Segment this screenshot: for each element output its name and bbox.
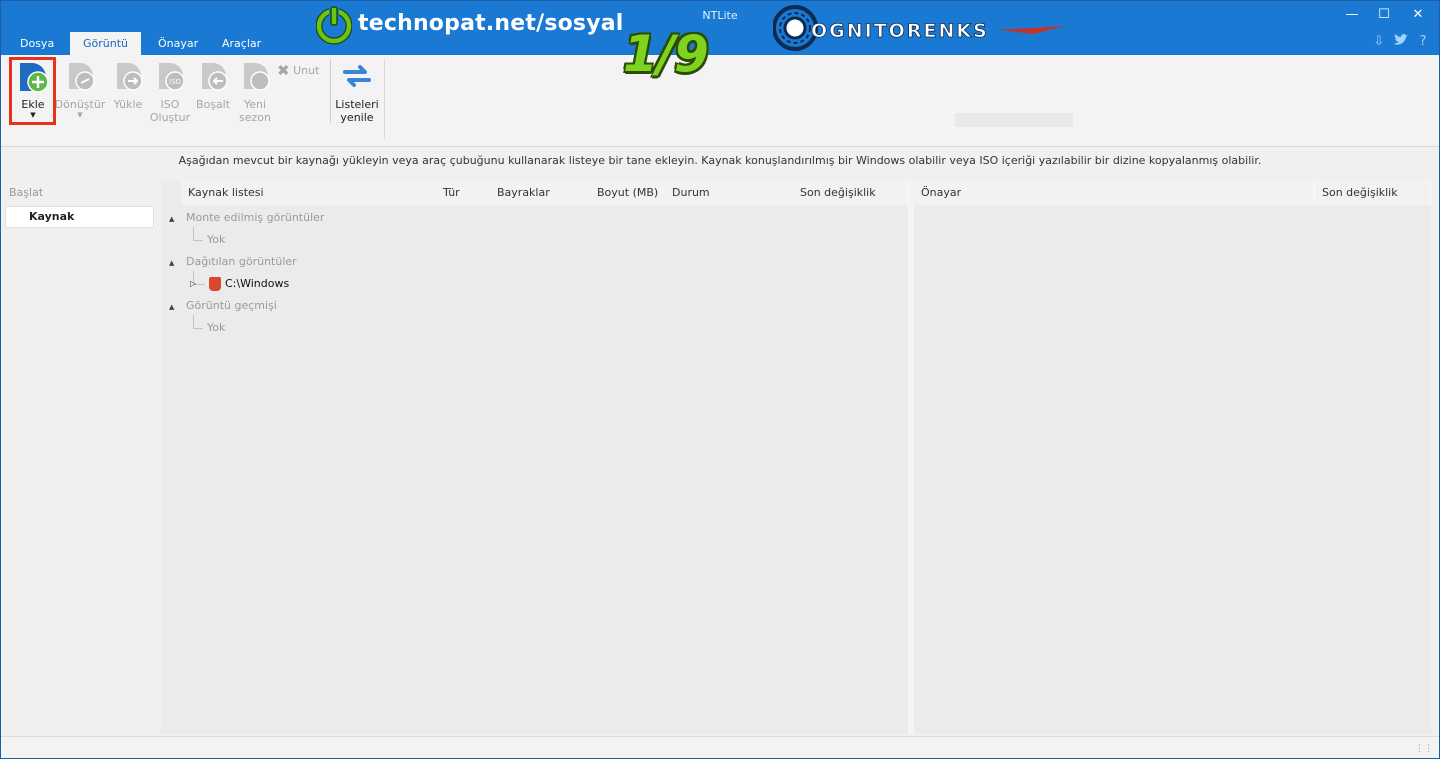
list-item-windows[interactable]: C:\Windows <box>225 277 289 290</box>
help-icon[interactable]: ? <box>1414 33 1432 51</box>
refresh-label-line1: Listeleri <box>335 98 379 111</box>
new-session-button[interactable]: Yeni sezon <box>236 59 274 124</box>
resize-grip-icon[interactable]: ⋮⋮ <box>1415 744 1433 754</box>
collapse-triangle-icon[interactable]: ▲ <box>169 215 174 223</box>
watermark-site: technopat.net/sosyal <box>358 11 624 36</box>
column-header-source[interactable]: Kaynak listesi <box>181 181 437 205</box>
minimize-button[interactable]: — <box>1335 4 1369 26</box>
watermark-step: 1/9 <box>623 25 709 83</box>
refresh-lists-button[interactable]: Listeleri yenile <box>334 59 380 124</box>
group-mounted-images[interactable]: Monte edilmiş görüntüler <box>186 211 324 224</box>
unload-label: Boşalt <box>195 98 231 111</box>
tab-dosya[interactable]: Dosya <box>7 32 67 55</box>
collapse-triangle-icon[interactable]: ▲ <box>169 259 174 267</box>
column-header-status[interactable]: Durum <box>665 181 794 205</box>
convert-icon <box>69 63 95 91</box>
group-deployed-images[interactable]: Dağıtılan görüntüler <box>186 255 297 268</box>
new-session-line2: sezon <box>239 111 271 124</box>
column-header-preset-modified[interactable]: Son değişiklik <box>1315 181 1431 205</box>
tree-line <box>193 315 203 329</box>
list-item-none[interactable]: Yok <box>207 321 225 334</box>
tab-goruntu[interactable]: Görüntü <box>70 32 142 55</box>
column-header-modified[interactable]: Son değişiklik <box>793 181 908 205</box>
column-header-flags[interactable]: Bayraklar <box>490 181 591 205</box>
title-bar: Dosya Görüntü Önayar Araçlar NTLite tech… <box>1 1 1439 55</box>
expand-arrow-icon[interactable]: ▷ <box>190 279 196 288</box>
tree-line <box>193 227 203 241</box>
column-header-preset[interactable]: Önayar <box>914 181 1315 205</box>
iso-label-line2: Oluştur <box>149 111 191 124</box>
forget-label: Unut <box>293 64 320 77</box>
unload-button[interactable]: Boşalt <box>194 59 232 111</box>
ognitorenks-text: OGNITORENKS <box>811 20 989 42</box>
convert-button[interactable]: Dönüştür ▼ <box>54 59 106 120</box>
column-header-size[interactable]: Boyut (MB) <box>590 181 666 205</box>
svg-text:ISO: ISO <box>169 78 182 86</box>
ribbon-ghost <box>955 113 1073 127</box>
load-label: Yükle <box>113 98 143 111</box>
new-session-line1: Yeni <box>243 98 267 111</box>
close-icon: ✖ <box>277 61 290 80</box>
tab-onayar[interactable]: Önayar <box>145 32 211 55</box>
info-message: Aşağıdan mevcut bir kaynağı yükleyin vey… <box>178 154 1262 167</box>
iso-icon: ISO <box>159 63 185 91</box>
ribbon-separator <box>330 59 331 123</box>
create-iso-button[interactable]: ISO ISO Oluştur <box>149 59 191 124</box>
status-bar: ⋮⋮ <box>1 736 1439 758</box>
ribbon-group-separator <box>384 59 385 139</box>
source-list-panel: Kaynak listesi Tür Bayraklar Boyut (MB) … <box>161 181 908 734</box>
collapse-triangle-icon[interactable]: ▲ <box>169 303 174 311</box>
windows-image-icon <box>209 277 221 291</box>
download-icon[interactable]: ⇩ <box>1370 33 1388 51</box>
refresh-icon <box>343 65 371 87</box>
load-icon <box>117 63 143 91</box>
maximize-button[interactable]: ☐ <box>1367 4 1401 26</box>
load-button[interactable]: Yükle <box>109 59 147 111</box>
unload-icon <box>202 63 228 91</box>
group-image-history[interactable]: Görüntü geçmişi <box>186 299 277 312</box>
forget-button[interactable]: ✖ Unut <box>277 61 327 80</box>
ognitorenks-logo: OGNITORENKS <box>773 5 1065 51</box>
column-header-type[interactable]: Tür <box>436 181 491 205</box>
ntlite-window: Dosya Görüntü Önayar Araçlar NTLite tech… <box>0 0 1440 759</box>
preset-panel: Önayar Son değişiklik <box>914 181 1431 734</box>
refresh-label-line2: yenile <box>340 111 374 124</box>
chevron-down-icon: ▼ <box>77 111 83 119</box>
convert-label: Dönüştür <box>54 98 106 111</box>
tab-araclar[interactable]: Araçlar <box>209 32 274 55</box>
new-session-icon <box>244 63 270 91</box>
ribbon-toolbar: Ekle ▼ Dönüştür ▼ Yükle ISO ISO Oluştur … <box>1 55 1439 147</box>
app-title: NTLite <box>702 9 738 22</box>
list-item-none[interactable]: Yok <box>207 233 225 246</box>
sidebar-section-header: Başlat <box>9 186 44 199</box>
add-button-highlight <box>9 57 56 125</box>
iso-label-line1: ISO <box>160 98 180 111</box>
power-logo-icon <box>316 6 352 45</box>
twitter-icon[interactable] <box>1392 33 1410 51</box>
close-button[interactable]: ✕ <box>1401 4 1435 26</box>
sidebar-item-kaynak[interactable]: Kaynak <box>5 206 154 228</box>
